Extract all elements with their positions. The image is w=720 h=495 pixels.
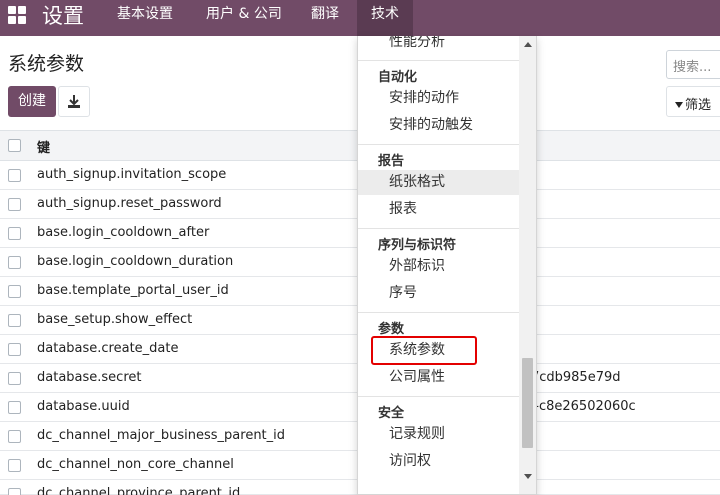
row-checkbox[interactable] <box>8 227 21 240</box>
menu-translations[interactable]: 翻译 <box>311 0 339 36</box>
menu-item-scheduled-triggers[interactable]: 安排的动触发 <box>358 113 520 138</box>
row-checkbox[interactable] <box>8 372 21 385</box>
row-checkbox[interactable] <box>8 343 21 356</box>
menu-item-company-properties[interactable]: 公司属性 <box>358 365 520 390</box>
highlight-annotation <box>371 336 477 365</box>
menu-divider <box>358 396 520 397</box>
row-checkbox[interactable] <box>8 169 21 182</box>
menu-divider <box>358 144 520 145</box>
row-checkbox[interactable] <box>8 314 21 327</box>
top-navbar: 设置 基本设置 用户 & 公司 翻译 技术 <box>0 0 720 36</box>
row-checkbox[interactable] <box>8 256 21 269</box>
row-key: base.login_cooldown_after <box>37 225 210 240</box>
download-button[interactable] <box>58 86 90 117</box>
menu-section-sequences: 序列与标识符 <box>378 238 457 253</box>
menu-section-security: 安全 <box>378 406 405 421</box>
column-header-key[interactable]: 键 <box>37 137 50 156</box>
app-title[interactable]: 设置 <box>42 2 84 30</box>
menu-item-reports[interactable]: 报表 <box>358 197 520 222</box>
filter-label: 筛选 <box>685 98 712 113</box>
menu-item-scheduled-actions[interactable]: 安排的动作 <box>358 86 520 111</box>
menu-item-external-ids[interactable]: 外部标识 <box>358 254 520 279</box>
row-key: base_setup.show_effect <box>37 312 193 327</box>
row-checkbox[interactable] <box>8 430 21 443</box>
menu-divider <box>358 60 520 61</box>
funnel-icon <box>675 102 683 108</box>
menu-item-paper-format[interactable]: 纸张格式 <box>358 170 520 195</box>
scrollbar-thumb[interactable] <box>522 358 533 448</box>
menu-section-reports: 报告 <box>378 154 405 169</box>
row-key: database.create_date <box>37 341 179 356</box>
filter-button[interactable]: 筛选 <box>666 86 720 117</box>
menu-item-access-rights[interactable]: 访问权 <box>358 449 520 474</box>
menu-item-record-rules[interactable]: 记录规则 <box>358 422 520 447</box>
menu-section-parameters: 参数 <box>378 322 405 337</box>
row-key: base.template_portal_user_id <box>37 283 229 298</box>
menu-item-sequences[interactable]: 序号 <box>358 281 520 306</box>
scroll-up-arrow-icon[interactable] <box>524 42 532 47</box>
menu-section-automation: 自动化 <box>378 70 418 85</box>
apps-menu-icon[interactable] <box>8 6 26 24</box>
row-key: base.login_cooldown_duration <box>37 254 234 269</box>
row-key: database.uuid <box>37 399 130 414</box>
page-title: 系统参数 <box>8 53 85 75</box>
row-key: dc_channel_province_parent_id <box>37 486 241 495</box>
technical-dropdown-menu: 性能分析 自动化 安排的动作 安排的动触发 报告 纸张格式 报表 序列与标识符 … <box>357 36 537 495</box>
row-key: database.secret <box>37 370 142 385</box>
menu-users-companies[interactable]: 用户 & 公司 <box>206 0 282 36</box>
select-all-checkbox[interactable] <box>8 139 21 152</box>
row-checkbox[interactable] <box>8 198 21 211</box>
menu-divider <box>358 312 520 313</box>
scroll-down-arrow-icon[interactable] <box>524 474 532 479</box>
menu-technical[interactable]: 技术 <box>357 0 413 36</box>
search-input[interactable]: 搜索... <box>666 50 720 79</box>
row-key: dc_channel_major_business_parent_id <box>37 428 286 443</box>
menu-basic-settings[interactable]: 基本设置 <box>117 0 173 36</box>
row-checkbox[interactable] <box>8 459 21 472</box>
create-button[interactable]: 创建 <box>8 86 56 117</box>
dropdown-scrollbar[interactable] <box>519 36 536 494</box>
download-icon <box>68 95 80 108</box>
row-key: dc_channel_non_core_channel <box>37 457 234 472</box>
menu-item-profiling[interactable]: 性能分析 <box>358 36 520 55</box>
row-key: auth_signup.reset_password <box>37 196 222 211</box>
row-key: auth_signup.invitation_scope <box>37 167 227 182</box>
row-checkbox[interactable] <box>8 488 21 495</box>
row-checkbox[interactable] <box>8 401 21 414</box>
menu-divider <box>358 228 520 229</box>
row-checkbox[interactable] <box>8 285 21 298</box>
